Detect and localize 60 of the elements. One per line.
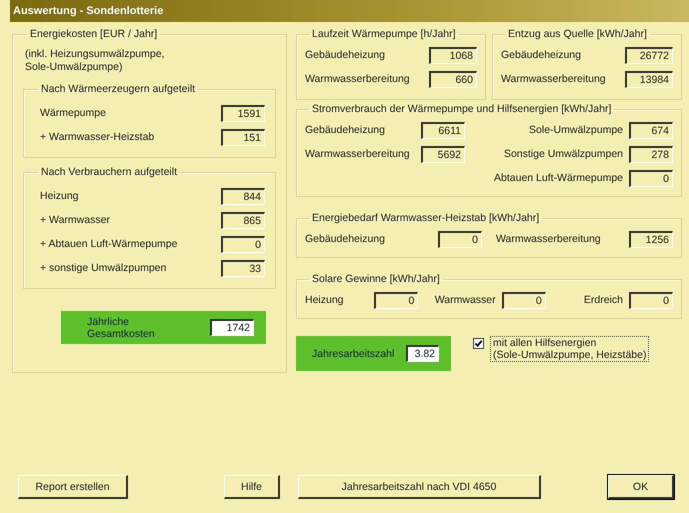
- value-field[interactable]: 3.82: [406, 345, 439, 362]
- value-field[interactable]: 0: [502, 292, 546, 308]
- field-label: Gebäudeheizung: [305, 124, 385, 136]
- value-field[interactable]: 674: [629, 122, 673, 138]
- field-label: Heizung: [305, 294, 344, 306]
- field-label: Warmwasserbereitung: [305, 148, 410, 160]
- note-text: (inkl. Heizungsumwälzpumpe, Sole-Umwälzpumpe): [25, 48, 166, 74]
- value-field[interactable]: 1742: [210, 319, 254, 336]
- group-title: Energiebedarf Warmwasser-Heizstab [kWh/Jahr]: [311, 212, 540, 224]
- field-label: + sonstige Umwälzpumpen: [39, 262, 166, 274]
- value-field[interactable]: 1068: [429, 46, 477, 64]
- group-title: Laufzeit Wärmepumpe [h/Jahr]: [311, 28, 457, 40]
- value-field[interactable]: 13984: [625, 70, 673, 88]
- value-field[interactable]: 1591: [221, 104, 265, 122]
- group-title: Energiekosten [EUR / Jahr]: [29, 28, 158, 40]
- value-field[interactable]: 660: [429, 70, 477, 88]
- window-title: Auswertung - Sondenlotterie: [13, 5, 164, 17]
- group-title: Nach Wärmeerzeugern aufgeteilt: [40, 83, 196, 96]
- field-label: Heizung: [39, 190, 79, 202]
- dialog-button[interactable]: OK: [608, 475, 674, 499]
- field-label: Abtauen Luft-Wärmepumpe: [494, 172, 623, 184]
- field-label: Warmwasserbereitung: [501, 73, 606, 85]
- field-label: + Warmwasser: [39, 214, 110, 226]
- field-label: Warmwasser: [434, 294, 496, 306]
- field-label: Sole-Umwälzpumpe: [529, 124, 623, 136]
- field-label: + Warmwasser-Heizstab: [39, 131, 154, 144]
- group-title: Solare Gewinne [kWh/Jahr]: [311, 273, 441, 285]
- value-field[interactable]: 0: [628, 292, 673, 308]
- value-field[interactable]: 0: [629, 170, 673, 186]
- field-label: + Abtauen Luft-Wärmepumpe: [39, 238, 178, 250]
- field-label: Gebäudeheizung: [305, 233, 385, 245]
- value-field[interactable]: 0: [438, 230, 482, 248]
- value-field[interactable]: 865: [221, 212, 265, 229]
- dialog-button[interactable]: Hilfe: [224, 475, 280, 499]
- dialog-button[interactable]: Report erstellen: [18, 475, 128, 499]
- field-label: Jährliche Gesamtkosten: [87, 316, 156, 340]
- group-title: Stromverbrauch der Wärmepumpe und Hilfsenergien [kWh/Jahr]: [311, 103, 612, 115]
- field-label: Gebäudeheizung: [501, 49, 581, 61]
- field-label: Warmwasserbereitung: [496, 233, 601, 245]
- group-title: Nach Verbrauchern aufgeteilt: [40, 166, 178, 178]
- value-field[interactable]: 151: [221, 128, 265, 146]
- value-field[interactable]: 0: [221, 236, 265, 253]
- checkbox[interactable]: [473, 338, 484, 349]
- field-label: Warmwasserbereitung: [305, 73, 410, 85]
- field-label: Wärmepumpe: [39, 107, 106, 120]
- value-field[interactable]: 33: [221, 260, 265, 277]
- checkbox-label[interactable]: mit allen Hilfsenergien (Sole-Umwälzpumpe, Heizstäbe): [490, 336, 650, 362]
- field-label: Gebäudeheizung: [305, 49, 385, 61]
- field-label: Erdreich: [584, 294, 623, 306]
- field-label: Sonstige Umwälzpumpen: [504, 148, 623, 160]
- field-label: Jahresarbeitszahl: [312, 348, 394, 360]
- value-field[interactable]: 6611: [421, 122, 465, 138]
- value-field[interactable]: 26772: [625, 46, 673, 64]
- dialog-button[interactable]: Jahresarbeitszahl nach VDI 4650: [298, 475, 541, 499]
- group-title: Entzug aus Quelle [kWh/Jahr]: [507, 28, 648, 40]
- value-field[interactable]: 1256: [629, 230, 673, 248]
- value-field[interactable]: 0: [374, 292, 418, 308]
- value-field[interactable]: 5692: [421, 146, 465, 162]
- value-field[interactable]: 278: [629, 146, 673, 162]
- value-field[interactable]: 844: [221, 188, 265, 205]
